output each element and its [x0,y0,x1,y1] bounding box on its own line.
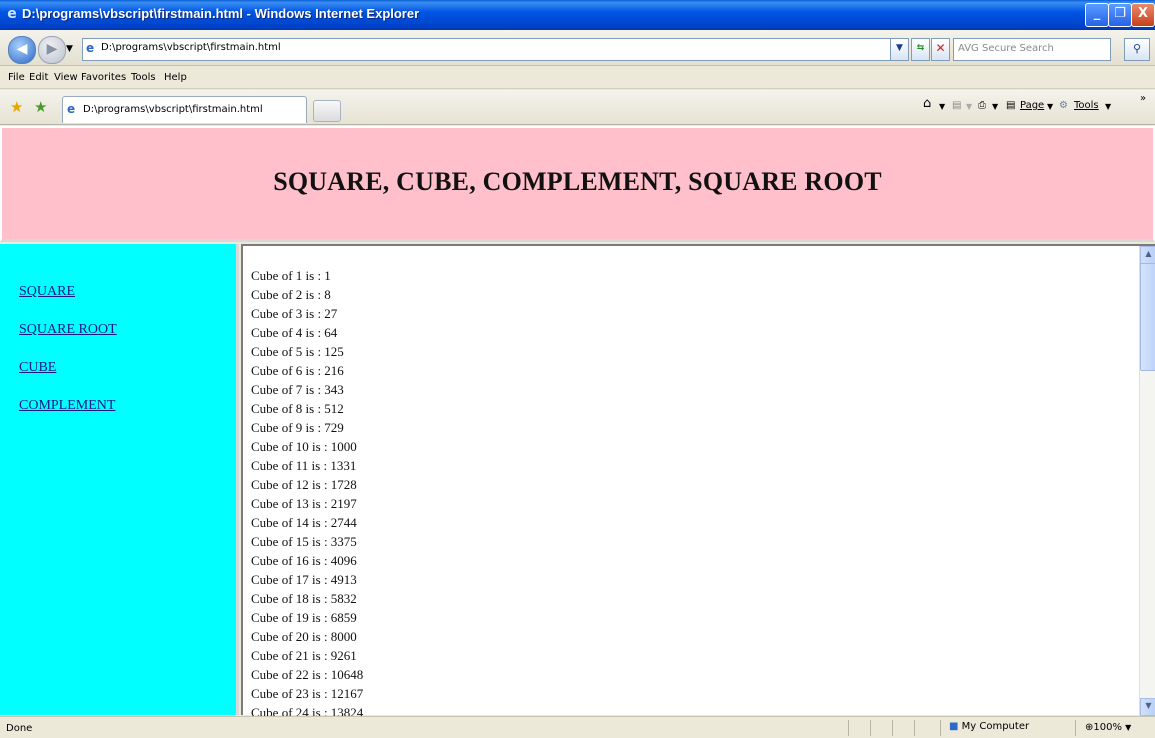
computer-icon: ■ [949,721,959,732]
cube-output-line: Cube of 13 is : 2197 [251,496,357,511]
scroll-down-icon[interactable]: ▼ [1140,698,1155,716]
page-title: SQUARE, CUBE, COMPLEMENT, SQUARE ROOT [273,167,882,196]
status-divider [940,720,941,736]
cube-output-line: Cube of 15 is : 3375 [251,534,357,549]
feeds-dropdown-icon[interactable]: ▼ [966,102,972,111]
ie-page-icon: e [67,102,76,116]
zoom-dropdown-icon: ▼ [1125,723,1132,732]
menu-view[interactable]: View [54,72,78,83]
home-dropdown-icon[interactable]: ▼ [939,102,945,111]
tab-current-page[interactable]: e D:\programs\vbscript\firstmain.html [62,96,307,123]
cube-output-line: Cube of 10 is : 1000 [251,439,357,454]
cube-output-line: Cube of 18 is : 5832 [251,591,357,606]
nav-link-complement[interactable]: COMPLEMENT [19,398,115,414]
feeds-icon[interactable]: ▤ [952,100,961,111]
cube-output-line: Cube of 22 is : 10648 [251,667,364,682]
cube-output-line: Cube of 5 is : 125 [251,344,344,359]
page-icon: ▤ [1006,100,1016,111]
refresh-icon[interactable]: ⇆ [911,38,930,61]
scrollbar-thumb[interactable] [1140,263,1155,371]
cube-output-line: Cube of 6 is : 216 [251,363,344,378]
home-icon[interactable]: ⌂ [923,96,931,111]
address-toolbar: ◀ ▶ ▼ e D:\programs\vbscript\firstmain.h… [0,30,1155,66]
tab-label: D:\programs\vbscript\firstmain.html [83,104,263,115]
cube-output-line: Cube of 9 is : 729 [251,420,344,435]
nav-link-square[interactable]: SQUARE [19,284,75,300]
vertical-scrollbar[interactable]: ▲ ▼ [1139,246,1155,716]
cube-output-line: Cube of 4 is : 64 [251,325,338,340]
zone-label: My Computer [961,721,1030,732]
cube-output-line: Cube of 2 is : 8 [251,287,331,302]
stop-icon[interactable]: ✕ [931,38,950,61]
scroll-up-icon[interactable]: ▲ [1140,246,1155,264]
status-divider [870,720,871,736]
cube-output-line: Cube of 20 is : 8000 [251,629,357,644]
menu-help[interactable]: Help [164,72,187,83]
nav-link-square-root[interactable]: SQUARE ROOT [19,322,117,338]
new-tab-button[interactable] [313,100,341,122]
status-text: Done [6,723,33,734]
address-url: D:\programs\vbscript\firstmain.html [101,42,281,53]
back-arrow-icon[interactable]: ◀ [8,36,36,64]
cube-output-line: Cube of 14 is : 2744 [251,515,357,530]
menu-tools[interactable]: Tools [131,72,156,83]
add-favorites-icon[interactable]: ★ [34,98,47,116]
page-menu-button[interactable]: Page [1020,100,1044,111]
minimize-button[interactable]: _ [1085,3,1109,27]
cube-output-line: Cube of 3 is : 27 [251,306,338,321]
cube-output-line: Cube of 12 is : 1728 [251,477,357,492]
cube-output-list: Cube of 1 is : 1 Cube of 2 is : 8 Cube of … [251,266,363,722]
address-input[interactable]: e D:\programs\vbscript\firstmain.html [82,38,908,61]
menu-bar: File Edit View Favorites Tools Help [0,67,1155,89]
cube-output-line: Cube of 1 is : 1 [251,268,331,283]
nav-link-cube[interactable]: CUBE [19,360,56,376]
history-dropdown-icon[interactable]: ▼ [66,44,73,54]
page-dropdown-icon[interactable]: ▼ [1047,102,1053,111]
banner-frame: SQUARE, CUBE, COMPLEMENT, SQUARE ROOT [0,126,1155,242]
search-input[interactable]: AVG Secure Search [953,38,1111,61]
cube-output-line: Cube of 8 is : 512 [251,401,344,416]
zoom-control[interactable]: ⊕100% ▼ [1085,722,1131,733]
overflow-chevron-icon[interactable]: » [1140,93,1146,104]
window-title: D:\programs\vbscript\firstmain.html - Wi… [22,6,420,21]
cube-output-line: Cube of 21 is : 9261 [251,648,357,663]
print-dropdown-icon[interactable]: ▼ [992,102,998,111]
cube-output-line: Cube of 11 is : 1331 [251,458,357,473]
nav-frame: SQUARE SQUARE ROOT CUBE COMPLEMENT [0,244,239,715]
tab-command-bar: ★ ★ e D:\programs\vbscript\firstmain.htm… [0,90,1155,125]
cube-output-line: Cube of 19 is : 6859 [251,610,357,625]
status-divider [892,720,893,736]
search-placeholder: AVG Secure Search [958,43,1054,54]
search-icon[interactable]: ⚲ [1124,38,1150,61]
cube-output-line: Cube of 16 is : 4096 [251,553,357,568]
status-bar: Done ■ My Computer ⊕100% ▼ [0,716,1155,738]
forward-arrow-icon[interactable]: ▶ [38,36,66,64]
cube-output-line: Cube of 7 is : 343 [251,382,344,397]
menu-file[interactable]: File [8,72,25,83]
ie-page-icon: e [86,41,95,55]
print-icon[interactable]: ⎙ [978,100,986,111]
window-title-bar: e D:\programs\vbscript\firstmain.html - … [0,0,1155,30]
tools-menu-button[interactable]: Tools [1074,100,1099,111]
content-frame[interactable]: Cube of 1 is : 1 Cube of 2 is : 8 Cube of … [241,244,1155,720]
status-divider [1075,720,1076,736]
maximize-button[interactable]: ❐ [1108,3,1132,27]
zoom-level: 100% [1093,722,1122,733]
address-dropdown-button[interactable]: ▼ [890,38,909,61]
close-button[interactable]: X [1131,3,1155,27]
menu-edit[interactable]: Edit [29,72,48,83]
cube-output-line: Cube of 17 is : 4913 [251,572,357,587]
cube-output-line: Cube of 23 is : 12167 [251,686,364,701]
ie-logo-icon: e [7,6,17,22]
tools-dropdown-icon[interactable]: ▼ [1105,102,1111,111]
security-zone: ■ My Computer [949,721,1029,732]
status-divider [848,720,849,736]
favorites-star-icon[interactable]: ★ [10,98,23,116]
menu-favorites[interactable]: Favorites [81,72,126,83]
status-divider [914,720,915,736]
tools-gear-icon: ⚙ [1059,100,1068,111]
